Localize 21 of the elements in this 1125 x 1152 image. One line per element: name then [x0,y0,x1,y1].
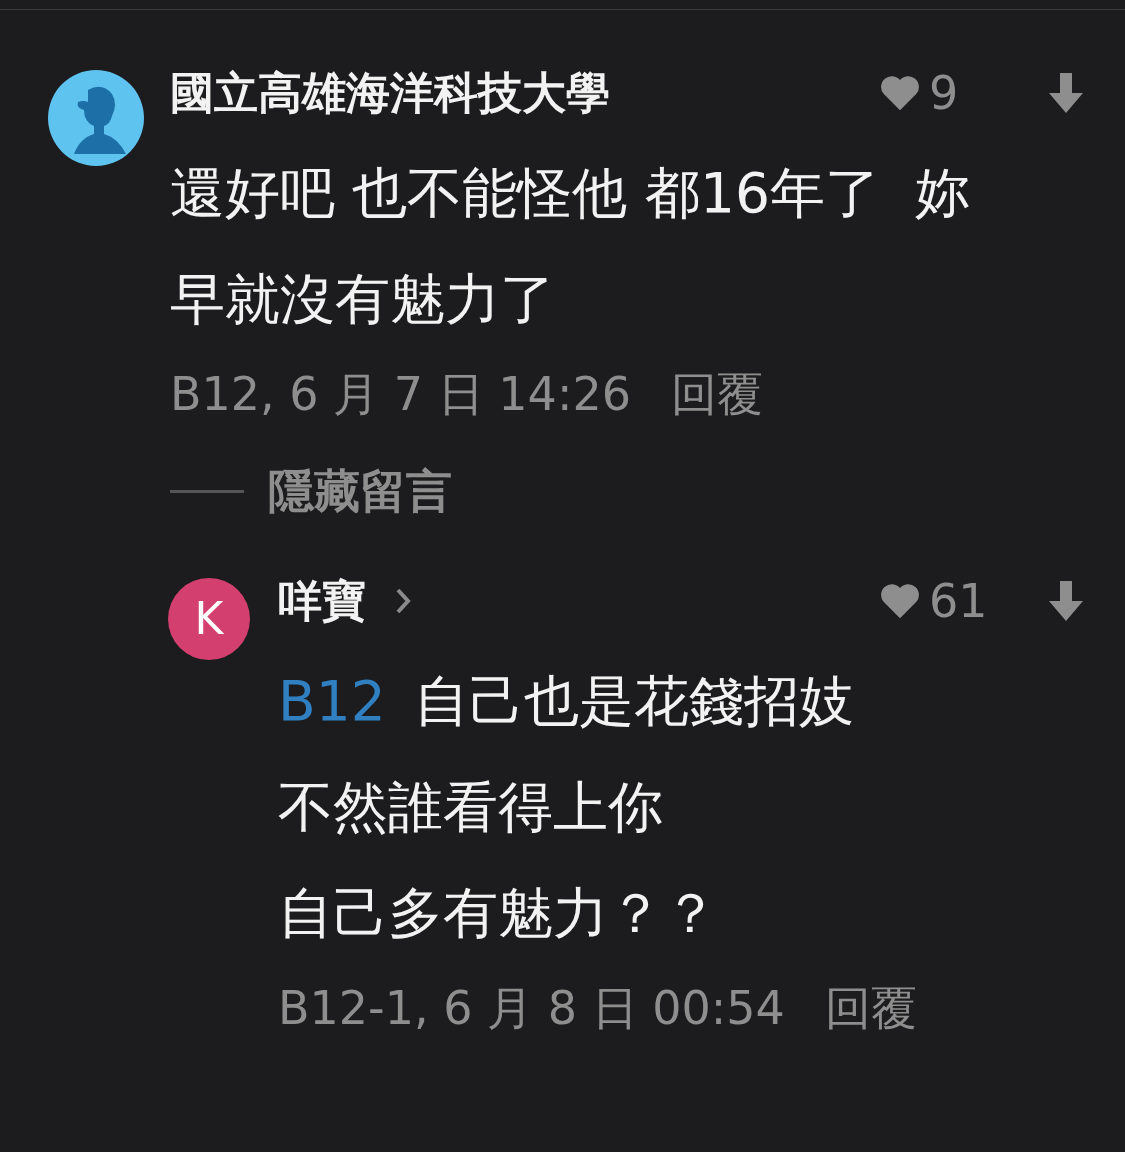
like-count: 61 [929,572,987,630]
comment-text: 早就沒有魅力了 [170,271,555,327]
like-count: 9 [929,64,960,122]
heart-icon[interactable] [879,582,921,620]
mention-link[interactable]: B12 [278,673,386,729]
comment-text: 不然誰看得上你 [278,779,663,835]
author-name[interactable]: 國立高雄海洋科技大學 [170,60,610,126]
comment-text: 還好吧 也不能怪他 都16年了 妳 [170,165,970,221]
reply-button[interactable]: 回覆 [824,974,917,1043]
comment-meta: B12, 6 月 7 日 14:26 [170,366,631,423]
chevron-icon [394,586,412,616]
download-icon[interactable] [1047,71,1085,115]
download-icon[interactable] [1047,579,1085,623]
author-name[interactable]: 咩寶 [278,568,366,634]
avatar: K [168,578,250,660]
comment-meta: B12-1, 6 月 8 日 00:54 [278,980,785,1037]
comment-text: 自己也是花錢招妓 [413,673,854,729]
heart-icon[interactable] [879,74,921,112]
comment-text: 自己多有魅力？？ [278,885,718,941]
hide-comment-button[interactable]: 隱藏留言 [268,457,452,526]
reply-button[interactable]: 回覆 [670,360,763,429]
